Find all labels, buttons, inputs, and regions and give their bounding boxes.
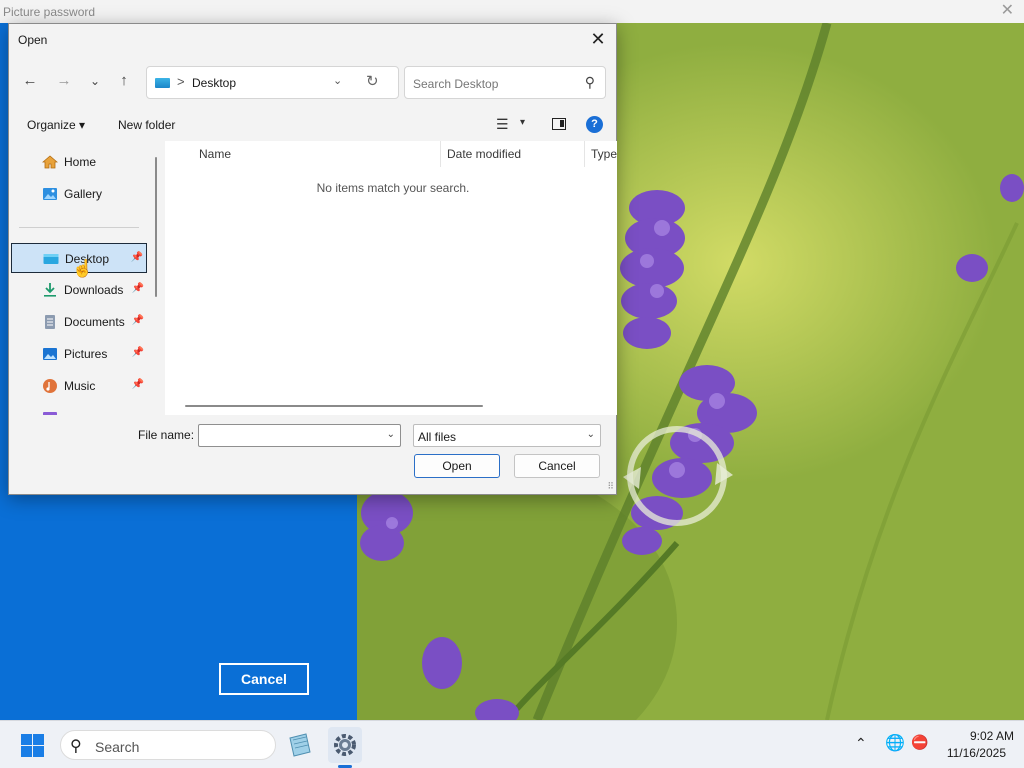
- clock-date[interactable]: 11/16/2025: [938, 746, 1006, 760]
- taskbar-search-box[interactable]: ⚲ Search: [60, 730, 276, 760]
- file-name-field[interactable]: ⌄: [198, 424, 401, 447]
- windows-start-icon[interactable]: [21, 734, 44, 757]
- desktop-icon: [43, 254, 59, 264]
- settings-app-button[interactable]: [328, 727, 362, 763]
- column-header-name[interactable]: Name: [199, 147, 231, 161]
- organize-button[interactable]: Organize ▾: [27, 118, 85, 132]
- sidebar-item-label: Downloads: [64, 283, 124, 297]
- dialog-title: Open: [18, 33, 48, 47]
- file-type-select[interactable]: All files ⌄: [413, 424, 601, 447]
- notepad-app-icon[interactable]: [286, 730, 314, 758]
- picture-password-cancel-button[interactable]: Cancel: [219, 663, 309, 695]
- column-divider[interactable]: [440, 141, 441, 167]
- search-box[interactable]: Search Desktop ⚲: [404, 66, 606, 99]
- sidebar-item-downloads[interactable]: Downloads 📌: [11, 275, 147, 305]
- sidebar-divider: [19, 227, 139, 228]
- sidebar-item-home[interactable]: Home: [11, 147, 147, 177]
- home-icon: [42, 155, 58, 169]
- file-name-label: File name:: [138, 428, 195, 442]
- file-name-dropdown-icon[interactable]: ⌄: [387, 429, 395, 440]
- taskbar-search-label[interactable]: Search: [95, 739, 139, 755]
- sidebar-item-gallery[interactable]: Gallery: [11, 179, 147, 209]
- sidebar-item-label: Pictures: [64, 347, 108, 361]
- picture-password-titlebar: Picture password ✕: [0, 0, 1024, 23]
- address-dropdown-chevron-icon[interactable]: ⌄: [333, 74, 342, 87]
- taskbar: ⚲ Search ⌃ 🌐 ⛔ 9:02 AM 11/16/2025: [0, 720, 1024, 768]
- sidebar-item-label: Home: [64, 155, 97, 169]
- globe-icon[interactable]: 🌐: [885, 733, 905, 753]
- help-icon[interactable]: ?: [586, 116, 603, 133]
- breadcrumb-separator: >: [177, 74, 185, 89]
- column-divider[interactable]: [584, 141, 585, 167]
- up-arrow-icon[interactable]: ↑: [113, 70, 135, 92]
- dialog-titlebar: Open ✕: [9, 24, 616, 56]
- preview-pane-icon[interactable]: [552, 118, 566, 130]
- pictures-icon: [43, 348, 57, 360]
- file-type-value: All files: [418, 430, 457, 444]
- sort-ascending-icon: ⌃: [312, 141, 321, 148]
- sidebar-scrollbar[interactable]: [155, 157, 157, 297]
- pin-icon: 📌: [131, 283, 144, 294]
- clock-time[interactable]: 9:02 AM: [948, 729, 1014, 743]
- sidebar-item-pictures[interactable]: Pictures 📌: [11, 339, 147, 369]
- music-icon: [43, 379, 57, 393]
- file-list: Name ⌃ Date modified Type No items match…: [165, 141, 617, 415]
- download-icon: [44, 283, 56, 297]
- hand-pointer-cursor-icon: ☝: [72, 259, 94, 278]
- forward-arrow-icon[interactable]: →: [53, 70, 75, 92]
- network-disconnected-icon[interactable]: ⛔: [911, 734, 928, 751]
- open-button[interactable]: Open: [414, 454, 500, 478]
- picture-password-close-button[interactable]: ✕: [1001, 2, 1014, 20]
- sidebar-item-label: Gallery: [64, 187, 103, 201]
- open-file-dialog: Open ✕ ← → ⌄ ↑ > Desktop ⌄ ↻ Search Desk…: [8, 23, 617, 495]
- gear-icon: [334, 734, 356, 756]
- file-type-dropdown-icon[interactable]: ⌄: [587, 429, 595, 440]
- pin-icon: 📌: [131, 315, 144, 326]
- cancel-button[interactable]: Cancel: [514, 454, 600, 478]
- column-header-date-modified[interactable]: Date modified: [447, 147, 521, 161]
- desktop-icon: [155, 78, 170, 88]
- column-header-type[interactable]: Type: [591, 147, 617, 161]
- breadcrumb-desktop[interactable]: Desktop: [192, 76, 236, 90]
- videos-icon: [43, 412, 57, 415]
- resize-grip-icon[interactable]: ⠿: [607, 481, 614, 492]
- documents-icon: [45, 315, 55, 329]
- command-bar: Organize ▾ New folder ☰ ▾ ?: [9, 110, 616, 140]
- sidebar-item-documents[interactable]: Documents 📌: [11, 307, 147, 337]
- view-dropdown-icon[interactable]: ▾: [520, 117, 525, 128]
- sidebar-item-label: Music: [64, 379, 96, 393]
- sidebar-item-label: Documents: [64, 315, 125, 329]
- sidebar-item-music[interactable]: Music 📌: [11, 371, 147, 401]
- picture-password-title: Picture password: [3, 5, 96, 19]
- new-folder-button[interactable]: New folder: [118, 118, 175, 132]
- recent-locations-chevron-icon[interactable]: ⌄: [84, 70, 106, 92]
- pin-icon: 📌: [131, 347, 144, 358]
- pin-icon: 📌: [130, 252, 143, 263]
- view-options-icon[interactable]: ☰: [496, 116, 509, 133]
- horizontal-scrollbar[interactable]: [185, 405, 483, 407]
- navigation-bar: ← → ⌄ ↑ > Desktop ⌄ ↻ Search Desktop ⚲: [9, 62, 616, 102]
- address-bar[interactable]: > Desktop ⌄ ↻: [146, 66, 399, 99]
- search-icon[interactable]: ⚲: [585, 74, 595, 91]
- search-icon: ⚲: [70, 738, 82, 755]
- sidebar-item-more[interactable]: [11, 403, 147, 415]
- back-arrow-icon[interactable]: ←: [19, 70, 41, 92]
- pin-icon: 📌: [131, 379, 144, 390]
- refresh-icon[interactable]: ↻: [366, 72, 379, 90]
- gallery-icon: [43, 188, 57, 200]
- search-input[interactable]: Search Desktop: [413, 77, 498, 91]
- show-hidden-icons-chevron-icon[interactable]: ⌃: [855, 735, 867, 752]
- dialog-close-button[interactable]: ✕: [586, 28, 610, 52]
- empty-state-message: No items match your search.: [316, 181, 470, 195]
